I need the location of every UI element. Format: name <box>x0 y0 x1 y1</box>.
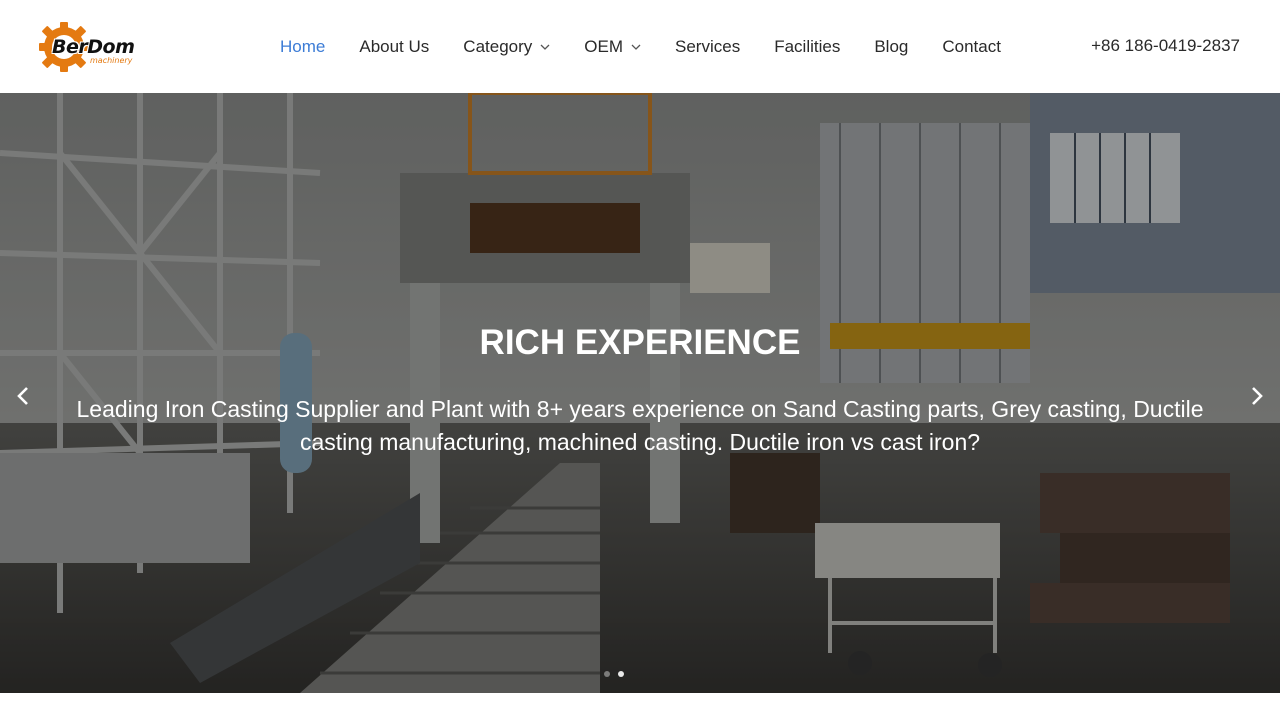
header-phone-link[interactable]: +86 186-0419-2837 <box>1091 36 1240 56</box>
brand-tagline: machinery <box>90 56 133 65</box>
nav-item-category[interactable]: Category <box>463 37 550 57</box>
main-nav: Home About Us Category OEM Services Faci… <box>280 0 1035 93</box>
nav-item-label: Category <box>463 36 533 56</box>
slider-dot-active[interactable] <box>618 671 624 677</box>
chevron-down-icon <box>631 44 641 50</box>
nav-item-contact[interactable]: Contact <box>942 37 1001 57</box>
hero-slider: RICH EXPERIENCE Leading Iron Casting Sup… <box>0 93 1280 693</box>
nav-item-label: Facilities <box>774 36 841 56</box>
brand-logo[interactable]: BerDom machinery <box>38 20 148 74</box>
nav-item-about-us[interactable]: About Us <box>359 37 429 57</box>
slider-prev-button[interactable] <box>8 381 38 411</box>
hero-description: Leading Iron Casting Supplier and Plant … <box>76 396 1204 455</box>
chevron-right-icon <box>1252 387 1263 405</box>
slider-dot[interactable] <box>604 671 610 677</box>
brand-name: BerDom <box>52 36 135 58</box>
site-header: BerDom machinery Home About Us Category … <box>0 0 1280 93</box>
slider-pagination <box>600 671 628 677</box>
hero-title: RICH EXPERIENCE <box>479 323 801 362</box>
nav-item-label: Services <box>675 36 741 56</box>
chevron-left-icon <box>17 387 28 405</box>
nav-item-label: Home <box>280 36 326 56</box>
nav-item-blog[interactable]: Blog <box>874 37 908 57</box>
page-content-start <box>0 693 1280 720</box>
nav-item-home[interactable]: Home <box>280 37 325 57</box>
chevron-down-icon <box>540 44 550 50</box>
nav-item-label: About Us <box>359 36 430 56</box>
nav-item-services[interactable]: Services <box>675 37 740 57</box>
nav-item-label: Blog <box>874 36 909 56</box>
nav-item-facilities[interactable]: Facilities <box>774 37 840 57</box>
nav-item-label: OEM <box>584 36 624 56</box>
nav-item-label: Contact <box>942 36 1001 56</box>
nav-item-oem[interactable]: OEM <box>584 37 641 57</box>
slider-next-button[interactable] <box>1242 381 1272 411</box>
